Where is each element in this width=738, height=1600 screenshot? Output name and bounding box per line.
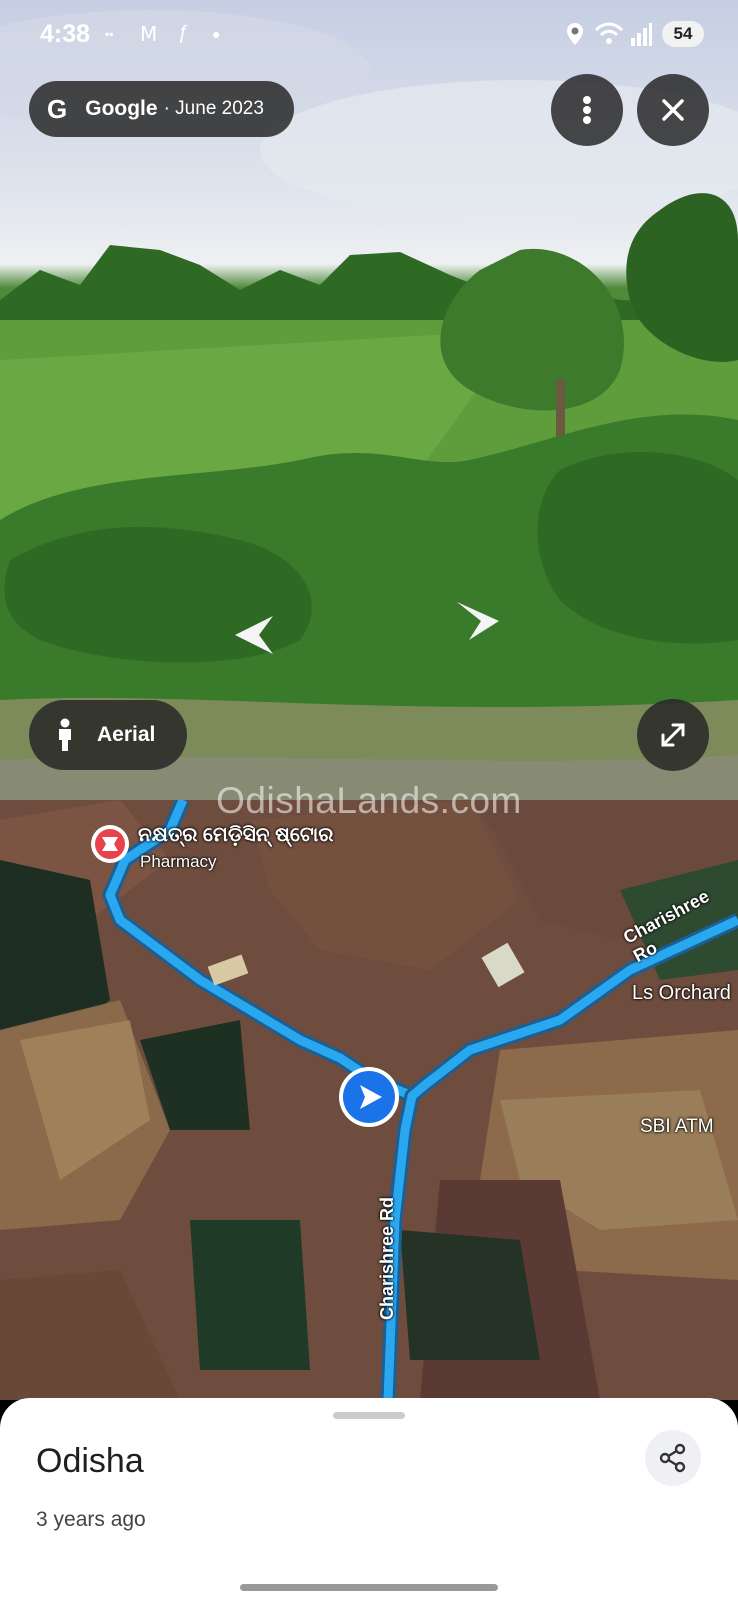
imagery-source-chip[interactable]: G Google · June 2023 [29,81,294,137]
place-label-atm[interactable]: SBI ATM [640,1116,714,1138]
app-f-icon: ƒ [178,22,190,44]
location-icon [567,23,583,45]
dot-icon: ● [212,26,221,42]
watermark: OdishaLands.com [216,780,522,821]
google-g-icon: G [47,93,68,124]
road-label-charishree: Charishree Rd [377,1196,397,1320]
street-view-panorama[interactable]: 4:38 ▪▪ Ⅿ ƒ ● 54 G Google · June 2023 Ae… [0,0,738,800]
close-icon [662,99,684,121]
share-icon [659,1443,686,1473]
aerial-button[interactable]: Aerial [29,700,187,770]
status-time: 4:38 [40,20,91,48]
share-button[interactable] [645,1430,701,1486]
pan-left-arrow[interactable] [229,612,275,658]
more-vert-icon [583,96,591,124]
wifi-icon [594,22,624,44]
drag-handle[interactable] [333,1412,405,1419]
status-bar: 4:38 ▪▪ Ⅿ ƒ ● 54 [0,0,738,70]
close-button[interactable] [637,74,709,146]
gesture-nav-bar[interactable] [240,1584,498,1591]
current-location-marker[interactable] [338,1066,400,1128]
more-options-button[interactable] [551,74,623,146]
pharmacy-marker-icon[interactable] [90,824,130,872]
aerial-label: Aerial [97,723,156,746]
sim-icon: ▪▪ [105,27,114,41]
place-label-orchard[interactable]: Ls Orchard [632,982,731,1005]
satellite-map[interactable]: ନକ୍ଷତ୍ର ମେଡ଼ିସିନ୍ ଷ୍ଟୋର Pharmacy Charish… [0,800,738,1400]
poi-name[interactable]: ନକ୍ଷତ୍ର ମେଡ଼ିସିନ୍ ଷ୍ଟୋର [138,824,333,847]
photo-age: 3 years ago [36,1508,146,1531]
fullscreen-button[interactable] [637,699,709,771]
battery-indicator: 54 [662,21,704,47]
bottom-sheet: Odisha 3 years ago [0,1398,738,1600]
app-m-icon: Ⅿ [140,24,158,46]
expand-icon [661,723,685,747]
imagery-provider: Google [85,97,158,120]
person-icon [59,718,71,751]
signal-icon [631,23,652,46]
imagery-date: · June 2023 [163,98,264,119]
poi-category: Pharmacy [140,852,217,871]
place-title: Odisha [36,1442,144,1480]
pan-right-arrow[interactable] [455,598,501,644]
